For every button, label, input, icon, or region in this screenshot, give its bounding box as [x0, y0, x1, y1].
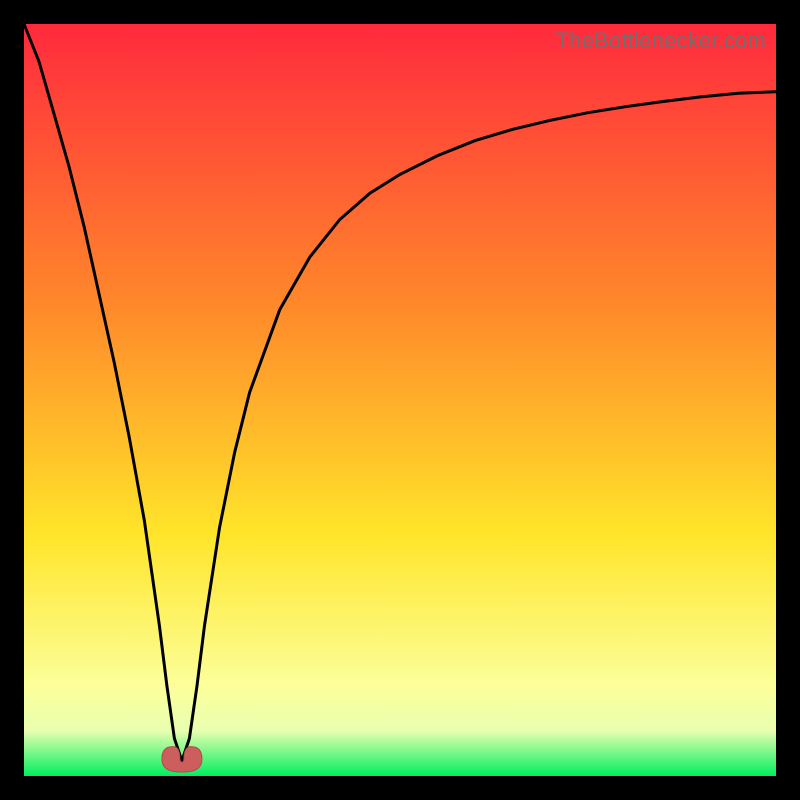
bottleneck-chart — [24, 24, 776, 776]
watermark-text: TheBottlenecker.com — [556, 28, 766, 54]
chart-frame: TheBottlenecker.com — [24, 24, 776, 776]
gradient-background — [24, 24, 776, 776]
